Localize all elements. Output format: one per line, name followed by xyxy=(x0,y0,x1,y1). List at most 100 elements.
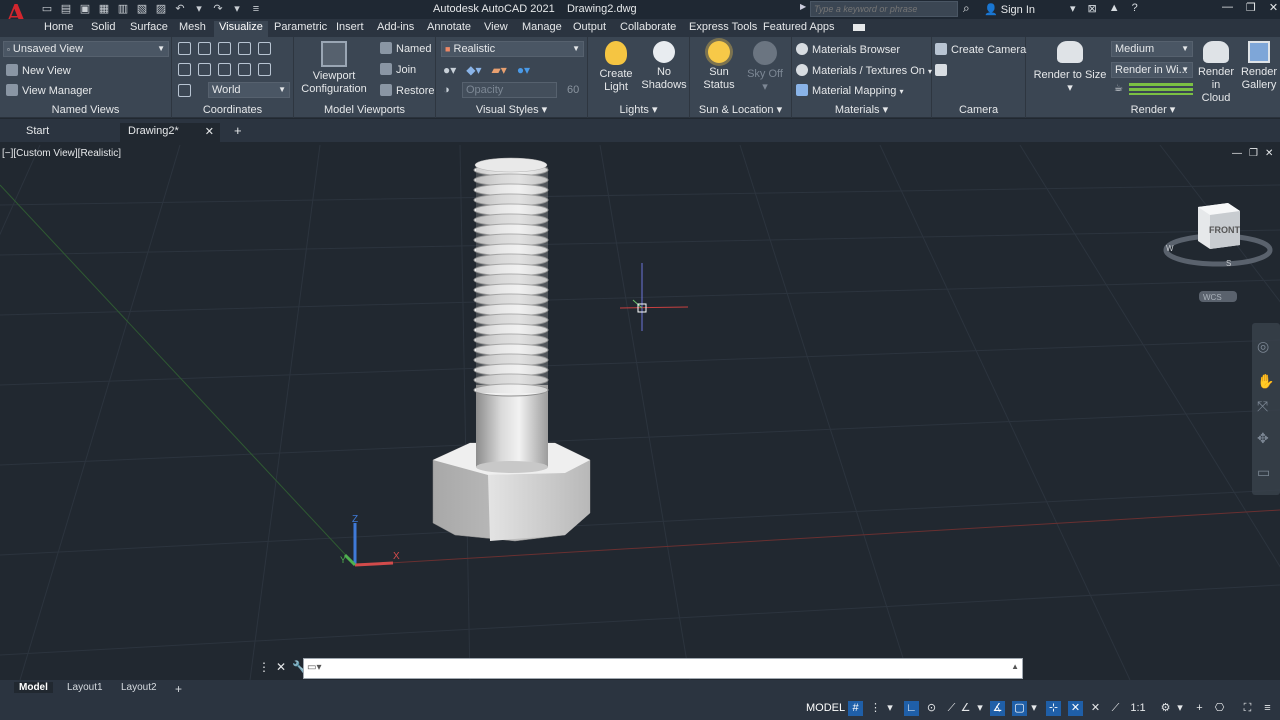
command-input[interactable] xyxy=(330,661,990,676)
camera-snapshot-icon[interactable] xyxy=(935,64,951,77)
layout-tab-model[interactable]: Model xyxy=(14,682,53,693)
edge-effects-icon[interactable]: ●▾ xyxy=(443,63,456,77)
tab-express-tools[interactable]: Express Tools xyxy=(689,21,757,37)
undo-dropdown-icon[interactable]: ▾ xyxy=(192,2,206,16)
web-mobile-save-icon[interactable]: ▧ xyxy=(135,2,149,16)
opacity-slider[interactable]: Opacity xyxy=(462,82,557,98)
tab-view[interactable]: View xyxy=(484,21,508,37)
zoom-extents-icon[interactable]: ⤧ xyxy=(1257,398,1268,414)
tab-parametric[interactable]: Parametric xyxy=(274,21,327,37)
viewcube-front-face[interactable]: FRONT xyxy=(1209,225,1240,235)
ucs-icon[interactable] xyxy=(178,42,191,55)
ortho-icon[interactable]: ∟ xyxy=(904,701,919,716)
tab-featured-apps[interactable]: Featured Apps xyxy=(763,21,835,37)
render-environment-icon[interactable]: ☕ xyxy=(1114,83,1123,94)
minimize-icon[interactable]: — xyxy=(1222,1,1233,14)
plot-icon[interactable]: ▨ xyxy=(154,2,168,16)
ucs-origin-icon[interactable] xyxy=(218,42,231,55)
isodraft-icon[interactable]: ⟋ xyxy=(944,701,959,716)
command-close-icon[interactable]: ✕ xyxy=(276,660,286,674)
environment-icon[interactable]: ●▾ xyxy=(517,63,530,77)
autodesk-app-store-icon[interactable]: ⊠ xyxy=(1088,2,1097,15)
ucs-3point-icon[interactable] xyxy=(258,42,271,55)
panel-title-sun-location[interactable]: Sun & Location ▾ xyxy=(690,103,791,116)
customize-qat-icon[interactable]: ≡ xyxy=(249,2,263,16)
new-file-icon[interactable]: ▭ xyxy=(40,2,54,16)
viewport-configuration-button[interactable]: Viewport Configuration xyxy=(298,41,370,96)
command-history-icon[interactable]: ▲ xyxy=(1011,662,1019,671)
restore-icon[interactable]: ❐ xyxy=(1246,1,1256,14)
showmotion-icon[interactable]: ▭ xyxy=(1257,464,1270,480)
shadow-style-icon[interactable]: ▰▾ xyxy=(492,63,507,77)
sign-in-button[interactable]: 👤 Sign In xyxy=(984,3,1035,16)
render-to-size-button[interactable]: Render to Size ▾ xyxy=(1030,41,1110,95)
render-in-dropdown[interactable]: Render in Wi... ▼ xyxy=(1111,62,1193,78)
panel-title-lights[interactable]: Lights ▾ xyxy=(588,103,689,116)
snap-icon[interactable]: ⋮ xyxy=(868,701,883,716)
ucs-object-icon[interactable] xyxy=(198,63,211,76)
snap-dropdown-icon[interactable]: ▾ xyxy=(886,701,894,716)
face-style-icon[interactable]: ◆▾ xyxy=(466,63,481,77)
selection-dropdown-icon[interactable]: ▾ xyxy=(1030,701,1038,716)
viewcube[interactable]: FRONT W S xyxy=(1163,203,1273,268)
tab-collaborate[interactable]: Collaborate xyxy=(620,21,676,37)
clean-screen-icon[interactable]: ⛶ xyxy=(1240,701,1255,716)
tab-manage[interactable]: Manage xyxy=(522,21,562,37)
command-line[interactable]: ▭▾ ▲ xyxy=(303,658,1023,679)
xray-icon[interactable]: ◑ xyxy=(443,84,450,96)
ucs-y-icon[interactable] xyxy=(238,63,251,76)
compass-west[interactable]: W xyxy=(1166,244,1174,253)
sun-status-button[interactable]: Sun Status xyxy=(694,41,744,92)
viewport-restore-icon[interactable]: ❐ xyxy=(1249,148,1258,159)
ucs-z-icon[interactable] xyxy=(238,42,251,55)
annotation-scale-icon[interactable]: ⟋ xyxy=(1108,701,1123,716)
save-icon[interactable]: ▣ xyxy=(78,2,92,16)
help-search-input[interactable] xyxy=(811,2,957,16)
command-grip-icon[interactable]: ⋮ xyxy=(258,660,270,674)
undo-icon[interactable]: ↶ xyxy=(173,2,187,16)
polar-icon[interactable]: ⊙ xyxy=(924,701,939,716)
grid-icon[interactable]: # xyxy=(848,701,863,716)
ucs-x-icon[interactable] xyxy=(218,63,231,76)
navigation-bar[interactable]: ◎ ✋ ⤧ ✥ ▭ xyxy=(1252,323,1280,495)
ribbon-minimize-icon[interactable] xyxy=(853,24,865,31)
help-icon[interactable]: ? xyxy=(1132,2,1138,15)
no-shadows-button[interactable]: No Shadows xyxy=(640,41,688,92)
tab-visualize[interactable]: Visualize xyxy=(214,21,268,37)
workspace-dropdown-icon[interactable]: ▾ xyxy=(1176,701,1184,716)
hardware-acceleration-icon[interactable]: ⎔ xyxy=(1212,701,1227,716)
tab-surface[interactable]: Surface xyxy=(130,21,168,37)
file-tab-start[interactable]: Start xyxy=(18,123,57,142)
tab-insert[interactable]: Insert xyxy=(336,21,364,37)
workspace-gear-icon[interactable]: ⚙ xyxy=(1158,701,1173,716)
layout-tab-layout2[interactable]: Layout2 xyxy=(116,682,162,693)
new-tab-icon[interactable]: + xyxy=(226,123,250,142)
close-icon[interactable]: ✕ xyxy=(1269,1,1278,14)
gizmo-icon[interactable]: ⊹ xyxy=(1046,701,1061,716)
help-search-box[interactable] xyxy=(810,1,958,17)
ucs-settings-icon[interactable] xyxy=(178,84,191,97)
ucs-view-icon[interactable] xyxy=(178,63,191,76)
bolt-model[interactable] xyxy=(432,157,591,542)
web-mobile-open-icon[interactable]: ▥ xyxy=(116,2,130,16)
ucs-named-icon[interactable] xyxy=(198,42,211,55)
redo-dropdown-icon[interactable]: ▾ xyxy=(230,2,244,16)
selection-cycling-icon[interactable]: ▢ xyxy=(1012,701,1027,716)
restore-viewports-button[interactable]: Restore xyxy=(380,84,435,97)
tab-home[interactable]: Home xyxy=(44,21,73,37)
render-in-cloud-button[interactable]: Render in Cloud xyxy=(1194,41,1238,105)
customization-icon[interactable]: ≡ xyxy=(1260,701,1275,716)
sky-off-button[interactable]: Sky Off ▾ xyxy=(740,41,790,94)
annotation-monitor-icon[interactable]: + xyxy=(1192,701,1207,716)
create-light-button[interactable]: Create Light xyxy=(592,41,640,94)
model-space-toggle[interactable]: MODEL xyxy=(806,702,845,714)
close-tab-icon[interactable]: ✕ xyxy=(205,125,214,138)
a360-icon[interactable]: ▲ xyxy=(1109,2,1120,15)
join-viewports-button[interactable]: Join xyxy=(380,63,416,76)
redo-icon[interactable]: ↷ xyxy=(211,2,225,16)
command-prompt-icon[interactable]: ▭▾ xyxy=(307,662,321,673)
ucs-world-dropdown[interactable]: World ▼ xyxy=(208,82,290,98)
materials-browser-button[interactable]: Materials Browser xyxy=(796,43,900,56)
auto-scale-icon[interactable]: ✕ xyxy=(1088,701,1103,716)
drawing-viewport[interactable]: Z X Y FRONT W S WCS ◎ ✋ ⤧ ✥ ▭ [−][Custom… xyxy=(0,145,1280,680)
